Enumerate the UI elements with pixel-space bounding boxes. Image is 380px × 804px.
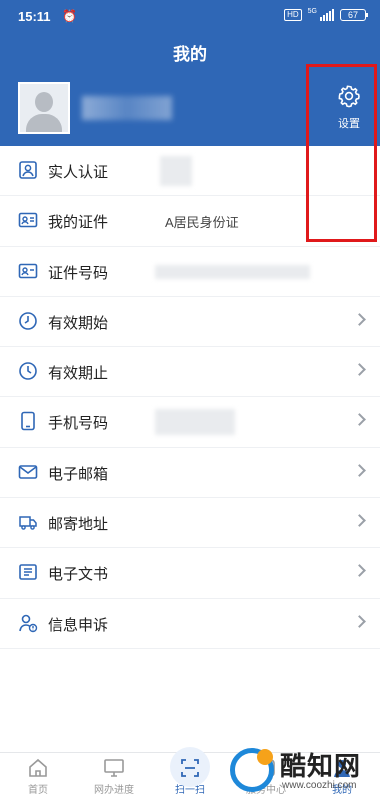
tab-scan[interactable]: 扫一扫 <box>152 747 228 803</box>
redacted-value <box>160 156 192 186</box>
watermark-title: 酷知网 <box>280 751 362 781</box>
chevron-right-icon <box>353 564 366 578</box>
clock-icon <box>19 362 37 380</box>
home-icon <box>29 758 47 777</box>
truck-icon <box>19 516 37 530</box>
menu-item-id-number[interactable]: 证件号码 <box>0 247 380 297</box>
menu-item-label: 手机号码 <box>48 415 109 433</box>
battery-icon: 67 <box>340 9 368 21</box>
scan-icon <box>181 759 199 777</box>
menu-item-e-documents[interactable]: 电子文书 <box>0 548 380 599</box>
hd-badge: HD <box>284 9 302 21</box>
watermark-logo <box>230 748 274 792</box>
clock-icon <box>19 312 37 330</box>
mail-icon <box>18 464 38 479</box>
document-icon <box>19 564 37 581</box>
tab-label: 网办进度 <box>94 785 134 796</box>
redacted-value <box>155 264 310 279</box>
document-type-value: A居民身份证 <box>165 215 239 231</box>
chevron-right-icon <box>353 614 366 628</box>
chevron-right-icon <box>353 363 366 377</box>
menu-item-phone-number[interactable]: 手机号码 <box>0 397 380 448</box>
id-number-icon <box>18 263 38 278</box>
phone-icon <box>21 412 35 431</box>
user-name-redacted <box>82 96 172 120</box>
status-time: 15:11 <box>18 9 51 24</box>
settings-highlight-box <box>306 64 377 242</box>
menu-item-valid-until[interactable]: 有效期止 <box>0 347 380 398</box>
avatar-body <box>26 114 62 132</box>
tab-label: 首页 <box>28 785 48 796</box>
menu-item-info-appeal[interactable]: 信息申诉 <box>0 599 380 649</box>
menu-item-label: 证件号码 <box>48 264 109 282</box>
menu-item-label: 实人认证 <box>48 164 109 181</box>
avatar[interactable] <box>18 82 70 134</box>
watermark-url: www.coozhi.com <box>282 780 357 791</box>
chevron-right-icon <box>353 463 366 477</box>
menu-item-label: 电子邮箱 <box>48 465 109 483</box>
chevron-right-icon <box>353 413 366 427</box>
page-title: 我的 <box>173 45 207 64</box>
appeal-icon <box>19 614 38 632</box>
alarm-icon: ⏰ <box>62 9 77 23</box>
menu-item-label: 邮寄地址 <box>48 516 109 534</box>
monitor-icon <box>104 759 124 777</box>
menu-item-email[interactable]: 电子邮箱 <box>0 448 380 499</box>
tab-progress[interactable]: 网办进度 <box>76 757 152 803</box>
network-type: 5G <box>307 7 317 15</box>
signal-icon <box>320 9 334 21</box>
chevron-right-icon <box>353 514 366 527</box>
menu-item-label: 信息申诉 <box>48 616 109 634</box>
menu-item-valid-from[interactable]: 有效期始 <box>0 297 380 348</box>
status-bar: 15:11 ⏰ HD 5G 67 <box>0 0 380 34</box>
chevron-right-icon <box>353 313 366 326</box>
watermark: 酷知网 www.coozhi.com <box>222 742 372 800</box>
menu-item-label: 我的证件 <box>48 214 109 232</box>
menu-item-label: 有效期始 <box>48 314 109 332</box>
tab-home[interactable]: 首页 <box>0 757 76 803</box>
avatar-head <box>35 92 53 112</box>
menu-item-label: 电子文书 <box>48 566 109 584</box>
id-card-icon <box>18 212 38 228</box>
menu-item-mailing-address[interactable]: 邮寄地址 <box>0 498 380 549</box>
status-indicators: HD 5G 67 <box>284 7 368 21</box>
menu-item-label: 有效期止 <box>48 365 109 383</box>
person-card-icon <box>19 161 37 179</box>
redacted-value <box>155 409 235 436</box>
